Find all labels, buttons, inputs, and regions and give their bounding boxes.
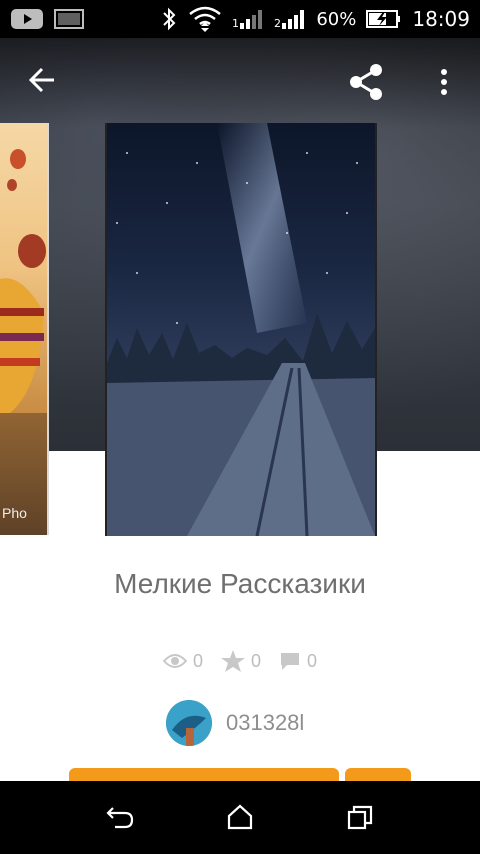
author-avatar[interactable] (166, 700, 212, 746)
battery-percent: 60% (316, 8, 357, 30)
svg-text:2: 2 (274, 17, 281, 30)
signal-1-icon: 1 (232, 7, 264, 31)
comment-icon (281, 653, 299, 670)
author-name[interactable]: 031328l (226, 710, 304, 736)
story-title: Мелкие Рассказики (114, 568, 366, 599)
status-bar: 1 2 60% 18:09 (0, 0, 480, 38)
bluetooth-icon (160, 6, 178, 32)
star-icon (220, 650, 245, 672)
nav-recents-button[interactable] (340, 797, 380, 837)
avatar-image (166, 700, 212, 746)
toolbar (0, 38, 480, 122)
balloons-image (0, 149, 47, 535)
wifi-icon (188, 6, 222, 32)
nav-back-button[interactable] (100, 797, 140, 837)
views-count: 0 (192, 650, 203, 671)
nav-recents-icon (347, 805, 373, 830)
back-button[interactable] (22, 60, 62, 100)
comments-stat: 0 (279, 651, 317, 672)
more-vert-icon (441, 69, 447, 95)
more-options-button[interactable] (430, 60, 458, 104)
navigation-bar (0, 781, 480, 854)
cover-watermark: Pho (2, 505, 27, 521)
share-icon (350, 64, 382, 100)
svg-text:1: 1 (232, 17, 239, 30)
arrow-back-icon (28, 67, 54, 93)
views-stat: 0 (162, 650, 203, 672)
nav-back-icon (106, 807, 134, 829)
share-button[interactable] (344, 60, 388, 104)
author-row[interactable]: 031328l (166, 700, 304, 746)
youtube-icon (10, 7, 44, 31)
stars-stat: 0 (220, 650, 261, 672)
nav-home-icon (227, 804, 253, 830)
comments-count: 0 (307, 650, 318, 671)
winter-night-image (107, 123, 375, 536)
cover-previous[interactable]: Pho (0, 123, 49, 535)
cover-current[interactable] (105, 123, 377, 536)
stars-count: 0 (250, 650, 261, 671)
signal-2-icon: 2 (274, 7, 306, 31)
eye-icon (162, 654, 187, 668)
battery-charging-icon (366, 9, 402, 29)
story-stats: 0 0 0 (0, 650, 480, 672)
clock: 18:09 (412, 7, 470, 31)
nav-home-button[interactable] (220, 797, 260, 837)
gallery-icon (54, 7, 84, 31)
